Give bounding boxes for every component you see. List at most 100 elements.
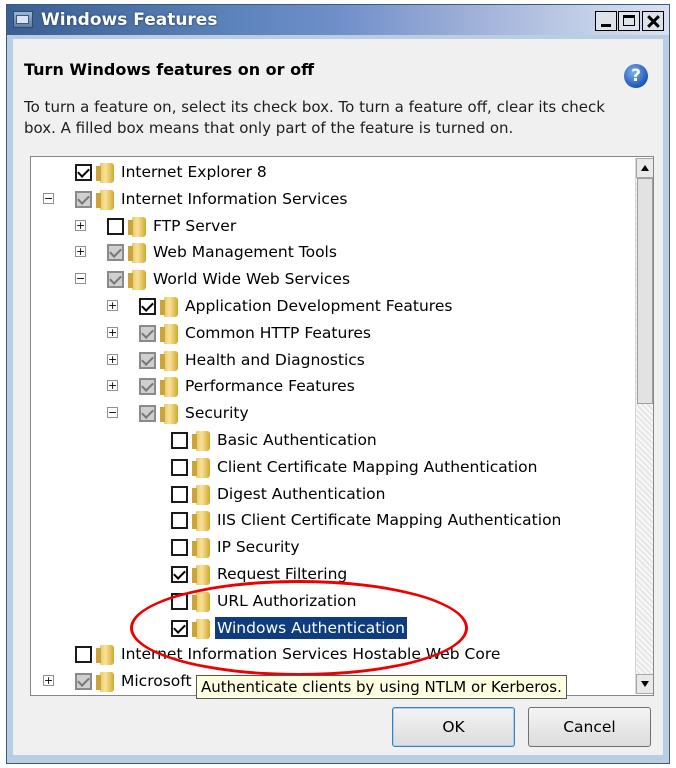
tree-item[interactable]: IP Security <box>31 534 631 560</box>
folder-icon <box>192 591 210 612</box>
folder-icon <box>192 457 210 478</box>
tree-item-label[interactable]: IIS Client Certificate Mapping Authentic… <box>215 509 563 531</box>
tree-item-label[interactable]: Security <box>183 402 251 424</box>
folder-icon <box>192 565 210 585</box>
vertical-scrollbar[interactable] <box>635 158 653 694</box>
folder-icon <box>192 618 210 639</box>
tree-item-label[interactable]: Internet Explorer 8 <box>119 161 269 183</box>
tree-item[interactable]: Windows Authentication <box>31 615 631 641</box>
tree-item-label[interactable]: Internet Information Services Hostable W… <box>119 643 502 665</box>
tree-item[interactable]: + Common HTTP Features <box>31 320 631 346</box>
feature-checkbox[interactable] <box>107 217 124 235</box>
folder-icon <box>192 538 210 559</box>
close-button[interactable] <box>642 11 664 31</box>
folder-icon <box>96 163 114 183</box>
expand-icon[interactable]: + <box>107 353 118 365</box>
tree-item-label[interactable]: Internet Information Services <box>119 188 349 210</box>
feature-checkbox[interactable] <box>171 432 188 449</box>
scroll-thumb[interactable] <box>637 178 653 404</box>
tree-item-label[interactable]: Application Development Features <box>183 295 454 317</box>
title-bar[interactable]: Windows Features <box>7 5 669 35</box>
tree-item[interactable]: Digest Authentication <box>31 481 631 507</box>
tree-item[interactable]: Basic Authentication <box>31 427 631 453</box>
tree-item[interactable]: Internet Explorer 8 <box>31 159 631 185</box>
collapse-icon[interactable]: − <box>107 407 118 419</box>
feature-checkbox[interactable] <box>107 244 124 262</box>
feature-checkbox[interactable] <box>171 592 188 610</box>
ok-button[interactable]: OK <box>392 707 515 747</box>
tree-item[interactable]: + Health and Diagnostics <box>31 347 631 373</box>
feature-checkbox[interactable] <box>171 512 188 530</box>
folder-icon <box>128 216 146 237</box>
tree-item[interactable]: − Internet Information Services <box>31 186 631 212</box>
folder-icon <box>96 189 114 210</box>
tree-item-label[interactable]: Health and Diagnostics <box>183 349 367 371</box>
tree-item[interactable]: − Security <box>31 400 631 426</box>
minimize-button[interactable] <box>595 11 617 31</box>
folder-icon <box>96 645 114 666</box>
scroll-up-button[interactable] <box>636 158 653 178</box>
feature-checkbox[interactable] <box>171 566 188 583</box>
folder-icon <box>192 511 210 532</box>
help-icon[interactable]: ? <box>624 64 648 88</box>
expand-icon[interactable]: + <box>107 380 118 392</box>
tree-item[interactable]: IIS Client Certificate Mapping Authentic… <box>31 507 631 533</box>
feature-checkbox[interactable] <box>75 646 92 664</box>
folder-icon <box>96 672 114 693</box>
tree-item[interactable]: Internet Information Services Hostable W… <box>31 641 631 667</box>
tree-item-label[interactable]: Basic Authentication <box>215 429 379 451</box>
tree-item-label[interactable]: Digest Authentication <box>215 483 387 505</box>
folder-icon <box>160 377 178 398</box>
tree-item-label[interactable]: FTP Server <box>151 215 238 237</box>
tree-item[interactable]: + Web Management Tools <box>31 239 631 265</box>
dialog-description: To turn a feature on, select its check b… <box>24 98 605 137</box>
feature-checkbox[interactable] <box>171 619 188 637</box>
tree-item[interactable]: + Application Development Features <box>31 293 631 319</box>
maximize-button[interactable] <box>618 11 640 31</box>
folder-icon <box>160 297 178 317</box>
cancel-button[interactable]: Cancel <box>528 707 651 747</box>
tree-item-label[interactable]: Web Management Tools <box>151 241 339 263</box>
feature-checkbox[interactable] <box>171 539 188 557</box>
tree-item[interactable]: − World Wide Web Services <box>31 266 631 292</box>
tree-item[interactable]: URL Authorization <box>31 588 631 614</box>
feature-checkbox[interactable] <box>75 673 92 691</box>
dialog-heading: Turn Windows features on or off <box>24 60 315 79</box>
tree-item-label[interactable]: Windows Authentication <box>215 616 407 639</box>
expand-icon[interactable]: + <box>107 326 118 338</box>
tree-item-label[interactable]: IP Security <box>215 536 302 558</box>
tree-item-label[interactable]: Performance Features <box>183 375 357 397</box>
feature-checkbox[interactable] <box>171 485 188 503</box>
folder-icon <box>160 323 178 344</box>
feature-checkbox[interactable] <box>171 458 188 476</box>
expand-icon[interactable]: + <box>75 219 86 231</box>
scroll-down-button[interactable] <box>636 674 653 694</box>
feature-checkbox[interactable] <box>139 378 156 396</box>
feature-checkbox[interactable] <box>75 190 92 208</box>
tree-item-label[interactable]: Client Certificate Mapping Authenticatio… <box>215 456 539 478</box>
tooltip: Authenticate clients by using NTLM or Ke… <box>196 675 567 699</box>
feature-checkbox[interactable] <box>139 324 156 342</box>
feature-checkbox[interactable] <box>139 351 156 369</box>
feature-checkbox[interactable] <box>139 405 156 423</box>
tree-item-label[interactable]: Microsoft <box>119 670 194 692</box>
tree-item-label[interactable]: Request Filtering <box>215 563 349 585</box>
feature-checkbox[interactable] <box>107 271 124 289</box>
tree-item[interactable]: + FTP Server <box>31 213 631 239</box>
collapse-icon[interactable]: − <box>75 273 86 285</box>
tree-item[interactable]: Request Filtering <box>31 561 631 587</box>
expand-icon[interactable]: + <box>75 246 86 258</box>
collapse-icon[interactable]: − <box>43 192 54 204</box>
tree-item-label[interactable]: URL Authorization <box>215 590 359 612</box>
tree-item-label[interactable]: World Wide Web Services <box>151 268 352 290</box>
features-tree[interactable]: Internet Explorer 8 − Internet Information… <box>30 156 654 696</box>
folder-icon <box>128 243 146 264</box>
tree-item-label[interactable]: Common HTTP Features <box>183 322 373 344</box>
tree-item[interactable]: + Performance Features <box>31 373 631 399</box>
expand-icon[interactable]: + <box>107 300 118 311</box>
feature-checkbox[interactable] <box>139 298 156 315</box>
feature-checkbox[interactable] <box>75 164 92 181</box>
tree-item[interactable]: Client Certificate Mapping Authenticatio… <box>31 454 631 480</box>
folder-icon <box>160 350 178 371</box>
expand-icon[interactable]: + <box>43 675 54 687</box>
